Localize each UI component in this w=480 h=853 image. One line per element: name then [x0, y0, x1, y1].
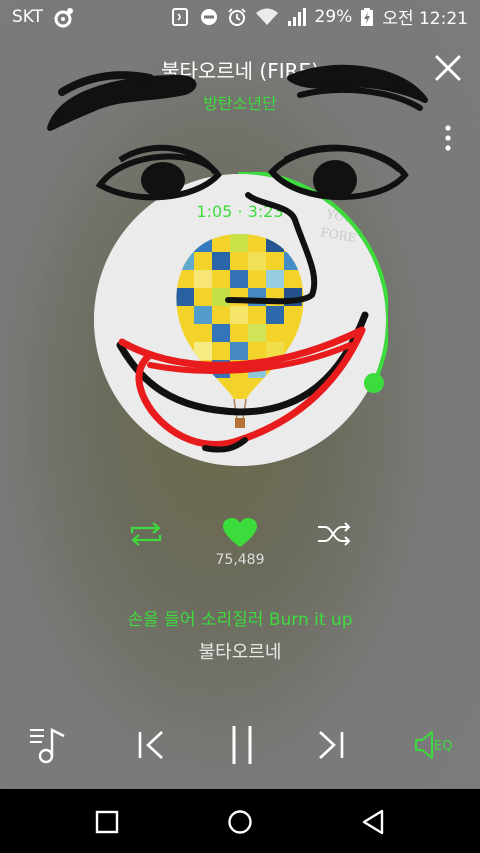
like-button[interactable] [222, 517, 258, 553]
back-button[interactable] [360, 809, 386, 839]
repeat-button[interactable] [128, 521, 164, 551]
repeat-icon [130, 522, 162, 546]
pause-button[interactable] [228, 724, 256, 770]
app-notification-icon [53, 7, 74, 27]
actions-row [0, 515, 480, 555]
shuffle-button[interactable] [316, 521, 352, 551]
system-navigation-bar [0, 789, 480, 853]
previous-button[interactable] [136, 730, 168, 764]
close-icon [435, 55, 461, 81]
next-icon [319, 731, 344, 759]
nfc-icon [171, 7, 191, 27]
progress-knob[interactable] [363, 373, 384, 394]
like-count: 75,489 [215, 552, 265, 568]
status-bar: SKT 29% 오전 12:21 [0, 0, 480, 33]
recents-icon [95, 810, 119, 834]
dnd-icon [199, 7, 219, 27]
home-button[interactable] [227, 809, 253, 839]
back-icon [362, 809, 384, 835]
song-title: 불타오르네 (FIRE) [161, 59, 319, 83]
player-controls: EQ [0, 718, 480, 774]
time-display: 1:05 · 3:23 [0, 202, 480, 221]
battery-percent: 29% [314, 6, 353, 27]
previous-icon [138, 731, 163, 759]
total-time: 3:23 [247, 202, 284, 221]
eq-label: EQ [434, 738, 453, 754]
close-button[interactable] [432, 52, 464, 84]
battery-charging-icon [360, 7, 374, 27]
recents-button[interactable] [95, 810, 119, 838]
more-options-button[interactable] [440, 124, 456, 156]
clock: 오전 12:21 [382, 9, 468, 29]
signal-icon [287, 7, 307, 27]
player-screen: SKT 29% 오전 12:21 불타오르네 (FIRE) 방탄소년단 YOU … [0, 0, 480, 853]
pause-icon [232, 726, 252, 764]
heart-icon [223, 518, 257, 547]
shuffle-icon [318, 522, 351, 546]
time-separator: · [237, 202, 243, 221]
carrier-label: SKT [12, 6, 44, 27]
wifi-icon [255, 7, 279, 27]
next-button[interactable] [314, 730, 346, 764]
next-lyric[interactable]: 불타오르네 [0, 638, 480, 664]
eq-button[interactable]: EQ [414, 730, 452, 760]
playlist-icon [30, 728, 65, 764]
artist-name[interactable]: 방탄소년단 [0, 90, 480, 114]
alarm-icon [227, 7, 247, 27]
home-icon [228, 810, 252, 834]
current-lyric[interactable]: 손을 들어 소리질러 Burn it up [0, 605, 480, 630]
more-icon [445, 125, 451, 151]
elapsed-time: 1:05 [196, 202, 233, 221]
playlist-button[interactable] [28, 726, 68, 768]
